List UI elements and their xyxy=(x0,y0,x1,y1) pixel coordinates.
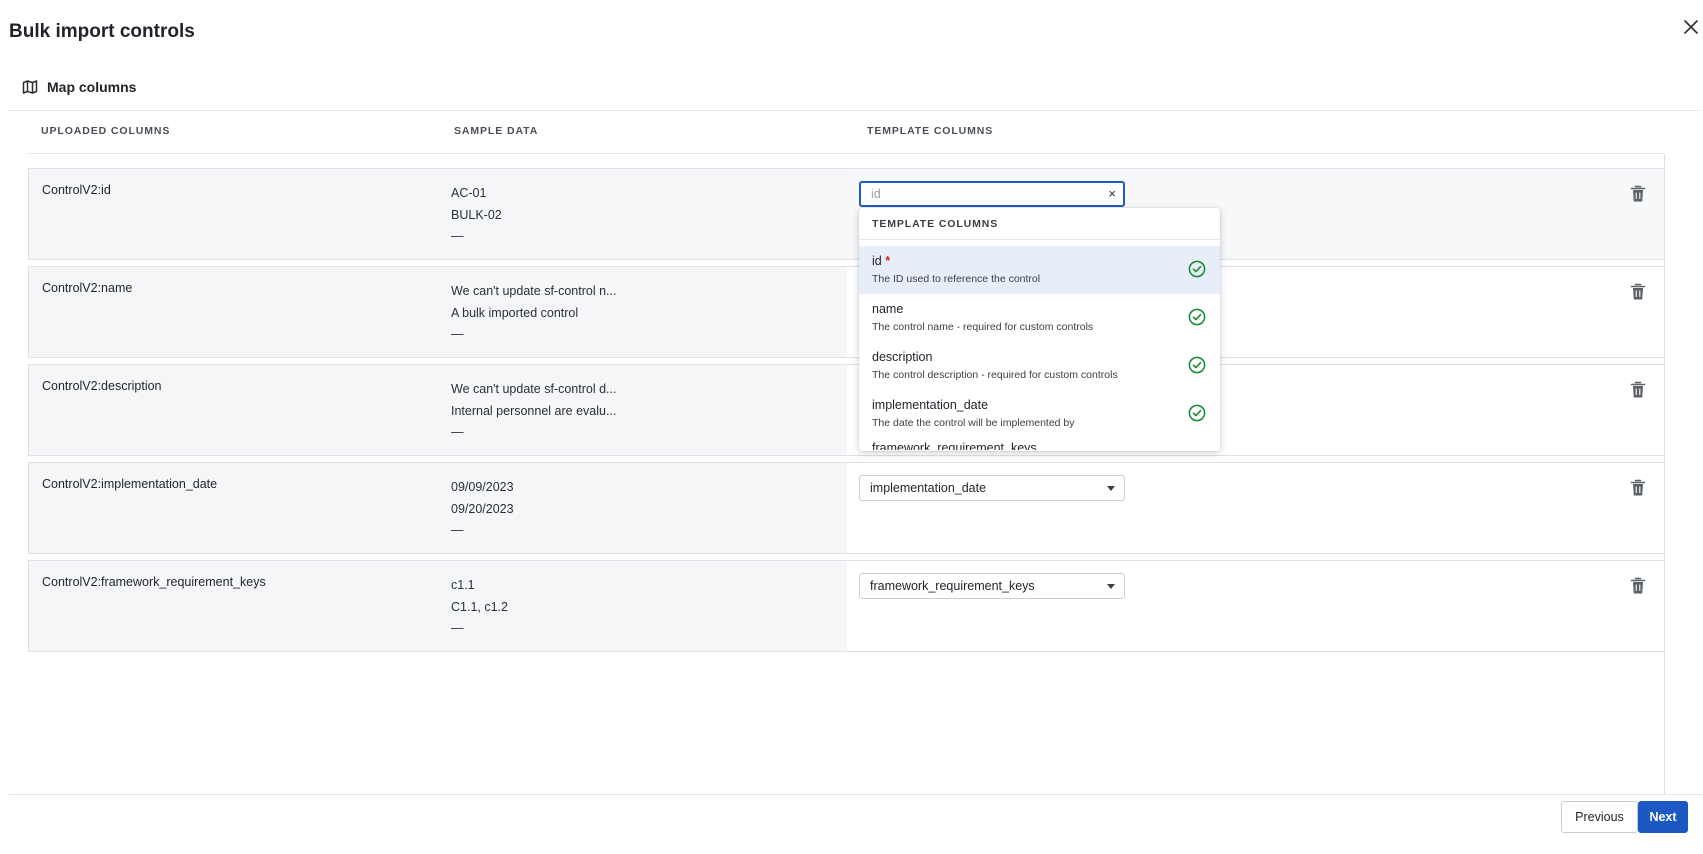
header-uploaded-columns: UPLOADED COLUMNS xyxy=(41,125,171,137)
footer-divider xyxy=(9,794,1703,795)
sample-data: AC-01 BULK-02 — xyxy=(451,186,502,243)
map-icon xyxy=(22,80,38,94)
trash-icon[interactable] xyxy=(1630,479,1646,497)
option-description: The ID used to reference the control xyxy=(872,273,1041,285)
template-column-select[interactable]: implementation_date xyxy=(859,475,1125,501)
option-description: The control description - required for c… xyxy=(872,369,1118,381)
option-name: implementation_date xyxy=(872,398,989,412)
caret-down-icon xyxy=(1107,486,1115,491)
close-button[interactable] xyxy=(1680,16,1702,38)
trash-icon[interactable] xyxy=(1630,577,1646,595)
table-row: ControlV2:name We can't update sf-contro… xyxy=(28,266,1665,358)
check-circle-icon xyxy=(1188,356,1206,374)
required-mark: * xyxy=(885,254,891,268)
next-button[interactable]: Next xyxy=(1638,801,1688,833)
uploaded-column-name: ControlV2:description xyxy=(42,379,162,393)
uploaded-column-name: ControlV2:id xyxy=(42,183,111,197)
table-row: ControlV2:description We can't update sf… xyxy=(28,364,1665,456)
check-circle-icon xyxy=(1188,260,1206,278)
template-column-combobox[interactable]: × xyxy=(859,181,1125,207)
template-columns-dropdown: TEMPLATE COLUMNS id * The ID used to ref… xyxy=(859,208,1220,451)
uploaded-column-name: ControlV2:implementation_date xyxy=(42,477,218,491)
sample-data: We can't update sf-control d... Internal… xyxy=(451,382,617,439)
option-description: The date the control will be implemented… xyxy=(872,417,1075,429)
previous-button[interactable]: Previous xyxy=(1561,801,1638,833)
option-name: framework_requirement_keys xyxy=(872,441,1037,450)
dropdown-option-name[interactable]: name The control name - required for cus… xyxy=(859,294,1220,342)
divider xyxy=(9,110,1699,111)
trash-icon[interactable] xyxy=(1630,283,1646,301)
check-circle-icon xyxy=(1188,308,1206,326)
clear-icon[interactable]: × xyxy=(1108,186,1116,201)
trash-icon[interactable] xyxy=(1630,185,1646,203)
option-name: name xyxy=(872,302,904,316)
check-circle-icon xyxy=(1188,404,1206,422)
caret-down-icon xyxy=(1107,584,1115,589)
dropdown-option-id[interactable]: id * The ID used to reference the contro… xyxy=(859,246,1220,294)
modal-title: Bulk import controls xyxy=(9,21,195,42)
sample-data: c1.1 C1.1, c1.2 — xyxy=(451,578,508,635)
dropdown-option-implementation-date[interactable]: implementation_date The date the control… xyxy=(859,390,1220,438)
option-name: id xyxy=(872,254,882,268)
table-row: ControlV2:implementation_date 09/09/2023… xyxy=(28,462,1665,554)
selected-template-column: implementation_date xyxy=(870,481,987,495)
option-description: The control name - required for custom c… xyxy=(872,321,1094,333)
dropdown-option-framework-requirement-keys[interactable]: framework_requirement_keys xyxy=(859,438,1220,450)
uploaded-column-name: ControlV2:framework_requirement_keys xyxy=(42,575,266,589)
template-column-select[interactable]: framework_requirement_keys xyxy=(859,573,1125,599)
table-header: UPLOADED COLUMNS SAMPLE DATA TEMPLATE CO… xyxy=(28,122,1664,154)
uploaded-column-name: ControlV2:name xyxy=(42,281,133,295)
dropdown-option-description[interactable]: description The control description - re… xyxy=(859,342,1220,390)
selected-template-column: framework_requirement_keys xyxy=(870,579,1035,593)
table-row: ControlV2:id AC-01 BULK-02 — × xyxy=(28,168,1665,260)
trash-icon[interactable] xyxy=(1630,381,1646,399)
sample-data: 09/09/2023 09/20/2023 — xyxy=(451,480,514,537)
template-column-search-input[interactable] xyxy=(861,183,1091,205)
header-sample-data: SAMPLE DATA xyxy=(454,125,539,137)
table-row: ControlV2:framework_requirement_keys c1.… xyxy=(28,560,1665,652)
option-name: description xyxy=(872,350,933,364)
header-template-columns: TEMPLATE COLUMNS xyxy=(867,125,994,137)
sample-data: We can't update sf-control n... A bulk i… xyxy=(451,284,617,341)
close-icon xyxy=(1684,20,1698,34)
dropdown-header: TEMPLATE COLUMNS xyxy=(859,208,1220,240)
section-title: Map columns xyxy=(47,79,137,95)
section-header: Map columns xyxy=(22,79,136,95)
